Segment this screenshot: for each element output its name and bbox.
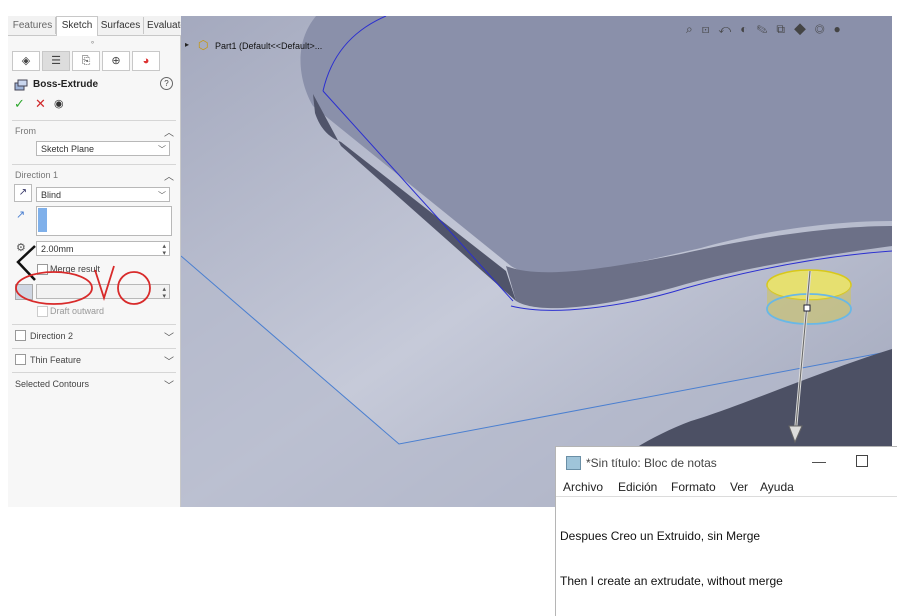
minimize-button[interactable]: — — [812, 453, 826, 469]
tab-features[interactable]: Features — [10, 17, 56, 34]
graphics-viewport[interactable]: ▸ ⬡ Part1 (Default<<Default>... ⌕⊡↶◐✎⧉◆◎… — [180, 16, 892, 507]
menu-formato[interactable]: Formato — [671, 480, 716, 494]
feature-title: Boss-Extrude — [33, 79, 99, 90]
reverse-arrow-icon: ↗ — [18, 187, 28, 198]
chevron-up-icon[interactable]: ︿ — [164, 168, 174, 183]
section-view-icon[interactable]: ◐ — [740, 22, 756, 36]
feature-tree-tab[interactable]: ◈ — [12, 51, 40, 71]
draft-outward-label: Draft outward — [50, 306, 105, 316]
thin-feature-label: Thin Feature — [30, 355, 82, 365]
divider — [12, 324, 176, 325]
menu-archivo[interactable]: Archivo — [563, 480, 603, 494]
reverse-direction-button[interactable]: ↗ — [14, 184, 32, 202]
help-icon[interactable]: ? — [160, 77, 173, 90]
divider — [12, 120, 176, 121]
chevron-down-icon[interactable]: ﹀ — [164, 353, 174, 368]
boss-extrude-icon — [14, 78, 28, 91]
tab-surfaces[interactable]: Surfaces — [98, 17, 144, 34]
direction-selection-box[interactable] — [36, 206, 172, 236]
menu-ayuda[interactable]: Ayuda — [760, 480, 794, 494]
direction2-label: Direction 2 — [30, 331, 74, 341]
panel-grip-icon[interactable]: ∘ — [90, 38, 95, 47]
chevron-down-icon: ﹀ — [158, 145, 166, 154]
from-value: Sketch Plane — [41, 144, 95, 154]
chevron-down-icon: ﹀ — [158, 191, 166, 200]
direction1-label: Direction 1 — [15, 170, 59, 180]
from-select[interactable]: Sketch Plane ﹀ — [36, 141, 170, 156]
previous-view-icon[interactable]: ↶ — [718, 22, 740, 36]
selection-color-swatch — [38, 208, 47, 232]
crosshair-icon: ⊕ — [111, 55, 121, 67]
notepad-title: *Sin título: Bloc de notas — [586, 456, 717, 470]
cancel-button[interactable]: ✕ — [35, 96, 46, 112]
model-view — [180, 16, 892, 507]
config-icon: ⎘ — [81, 55, 91, 67]
part-tree-label[interactable]: Part1 (Default<<Default>... — [215, 41, 322, 51]
divider — [12, 164, 176, 165]
zoom-area-icon[interactable]: ⊡ — [702, 22, 719, 36]
chevron-down-icon[interactable]: ﹀ — [164, 377, 174, 392]
spin-button[interactable]: ▴ ▾ — [162, 286, 166, 300]
notepad-window: *Sin título: Bloc de notas — Archivo Edi… — [555, 446, 897, 616]
solidworks-window: Features Sketch Surfaces Evaluate ∘ ◈ ☰ … — [8, 16, 892, 507]
handwritten-annotation — [15, 245, 151, 305]
tab-sketch[interactable]: Sketch — [56, 16, 98, 36]
view-toolbar[interactable]: ⌕⊡↶◐✎⧉◆◎● — [686, 22, 850, 37]
divider — [12, 372, 176, 373]
notepad-text-area[interactable]: Despues Creo un Extruido, sin Merge Then… — [556, 497, 897, 616]
list-icon: ☰ — [51, 55, 61, 67]
tree-expand-icon[interactable]: ▸ — [185, 40, 189, 49]
part-icon: ⬡ — [198, 38, 209, 52]
feature-tree-icon: ◈ — [21, 55, 31, 67]
maximize-button[interactable] — [856, 455, 868, 467]
appearance-icon[interactable]: ● — [833, 22, 849, 36]
configuration-manager-tab[interactable]: ⎘ — [72, 51, 100, 71]
dimxpert-tab[interactable]: ⊕ — [102, 51, 130, 71]
zoom-icon[interactable]: ⌕ — [686, 22, 702, 36]
menu-edicion[interactable]: Edición — [618, 480, 657, 494]
draft-outward-checkbox[interactable] — [37, 306, 48, 317]
view-orientation-icon[interactable]: ⧉ — [776, 22, 794, 36]
notepad-icon — [566, 456, 581, 470]
direction-arrow-icon: ↗ — [16, 209, 26, 221]
divider — [12, 348, 176, 349]
menu-ver[interactable]: Ver — [730, 480, 748, 494]
chevron-down-icon[interactable]: ﹀ — [164, 329, 174, 344]
spin-button[interactable]: ▴ ▾ — [162, 243, 166, 257]
text-line: Despues Creo un Extruido, sin Merge — [560, 529, 761, 543]
from-label: From — [15, 126, 36, 136]
hide-show-icon[interactable]: ◎ — [815, 22, 834, 36]
end-condition-select[interactable]: Blind ﹀ — [36, 187, 170, 202]
property-manager-tab[interactable]: ☰ — [42, 51, 70, 71]
chevron-up-icon[interactable]: ︿ — [164, 124, 174, 139]
display-style-icon[interactable]: ◆ — [794, 22, 815, 36]
ok-button[interactable]: ✓ — [14, 96, 25, 112]
dynamic-annotation-icon[interactable]: ✎ — [756, 22, 776, 36]
appearance-icon: ◕ — [142, 55, 150, 67]
display-manager-tab[interactable]: ◕ — [132, 51, 160, 71]
preview-eye-icon[interactable]: ◉ — [54, 97, 64, 110]
selected-contours-label: Selected Contours — [15, 379, 90, 389]
text-line: Then I create an extrudate, without merg… — [560, 574, 783, 588]
thin-feature-checkbox[interactable] — [15, 354, 26, 365]
end-condition-value: Blind — [41, 190, 62, 200]
direction2-checkbox[interactable] — [15, 330, 26, 341]
property-manager: ∘ ◈ ☰ ⎘ ⊕ ◕ Boss-Extrude ? ✓ ✕ ◉ From ︿ … — [8, 36, 181, 507]
